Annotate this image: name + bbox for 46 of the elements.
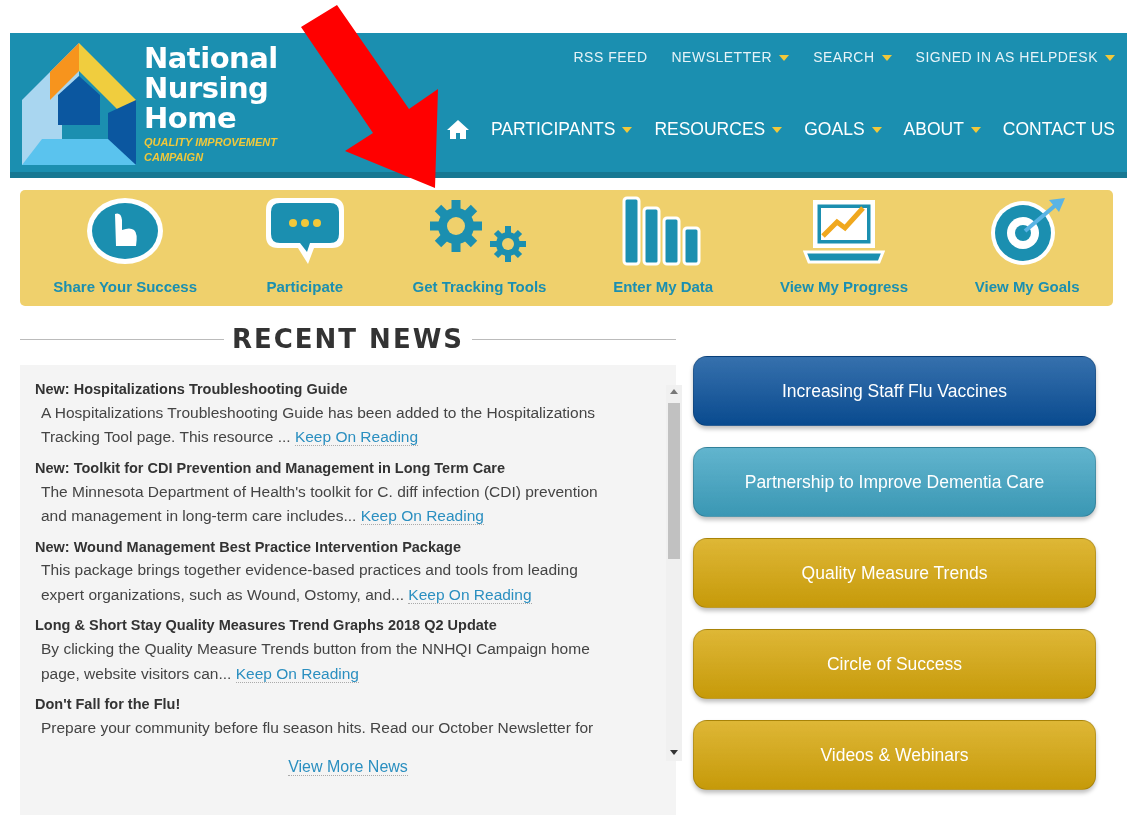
news-title: New: Wound Management Best Practice Intervention Package (35, 537, 462, 557)
quick-link[interactable]: Participate (266, 275, 344, 298)
read-more-link[interactable]: Keep On Reading (235, 664, 359, 683)
nav-link[interactable]: ABOUT (903, 116, 981, 143)
logo-icon (22, 43, 136, 165)
speech-bubble-icon[interactable] (263, 195, 346, 266)
news-summary: Prepare your community before flu season hits. Read our October Newsletter for (41, 717, 595, 738)
quick-link[interactable]: Share Your Success (53, 275, 198, 298)
feature-button[interactable]: Videos & Webinars (693, 720, 1096, 790)
logo-subtitle-line: QUALITY IMPROVEMENT (144, 135, 278, 150)
news-title: New: Toolkit for CDI Prevention and Management in Long Term Care (35, 458, 506, 478)
news-title: New: Hospitalizations Troubleshooting Guide (35, 380, 349, 399)
quick-link[interactable]: View My Progress (779, 275, 909, 298)
logo-subtitle-line: CAMPAIGN (144, 150, 205, 165)
scrollbar[interactable] (666, 385, 682, 761)
logo-title-line: Nursing (144, 73, 270, 103)
nav-link[interactable]: PARTICIPANTS (490, 116, 633, 143)
quick-link[interactable]: View My Goals (974, 275, 1080, 298)
news-summary: By clicking the Quality Measure Trends button from the NNHQI Campaign home page, website visitors can... Keep On Reading (41, 639, 591, 685)
feature-button[interactable]: Partnership to Improve Dementia Care (693, 447, 1096, 517)
read-more-link[interactable]: Keep On Reading (360, 507, 484, 525)
logo-title-line: Home (144, 103, 237, 133)
news-summary: This package brings together evidence-based practices and tools from leading expert organizations, such as Wound, Ostomy, and... Keep On Reading (41, 560, 579, 606)
read-more-link[interactable]: Keep On Reading (294, 428, 419, 447)
feature-button[interactable]: Increasing Staff Flu Vaccines (693, 356, 1096, 426)
nav-link[interactable]: GOALS (804, 116, 882, 143)
feature-button[interactable]: Circle of Success (693, 629, 1096, 699)
top-link[interactable]: RSS FEED (573, 47, 648, 68)
read-more-link[interactable]: Keep On Reading (408, 585, 532, 604)
view-more-link[interactable]: View More News (288, 758, 408, 776)
nav-link[interactable]: CONTACT US (1002, 116, 1115, 143)
news-title: Don't Fall for the Flu! (35, 695, 182, 714)
news-summary: The Minnesota Department of Health's toolkit for C. diff infection (CDI) prevention and management in long-term care includes... Keep On Reading (41, 481, 599, 527)
logo-title-line: National (144, 43, 278, 73)
quick-link[interactable]: Enter My Data (613, 275, 714, 298)
top-link[interactable]: NEWSLETTER (671, 47, 790, 68)
feature-button[interactable]: Quality Measure Trends (693, 538, 1096, 608)
news-summary: A Hospitalizations Troubleshooting Guide has been added to the Hospitalizations Tracking Tool page. This resource ... Keep On Reading (41, 402, 597, 449)
hand-icon[interactable] (85, 195, 166, 266)
news-title: Long & Short Stay Quality Measures Trend Graphs 2018 Q2 Update (35, 616, 498, 636)
top-link[interactable]: SEARCH (813, 47, 892, 68)
section-heading: RECENT NEWS (231, 323, 465, 356)
home-icon[interactable] (446, 119, 469, 139)
top-link[interactable]: SIGNED IN AS HELPDESK (915, 47, 1115, 68)
nav-link[interactable]: RESOURCES (654, 116, 783, 143)
quick-link[interactable]: Get Tracking Tools (412, 275, 547, 298)
